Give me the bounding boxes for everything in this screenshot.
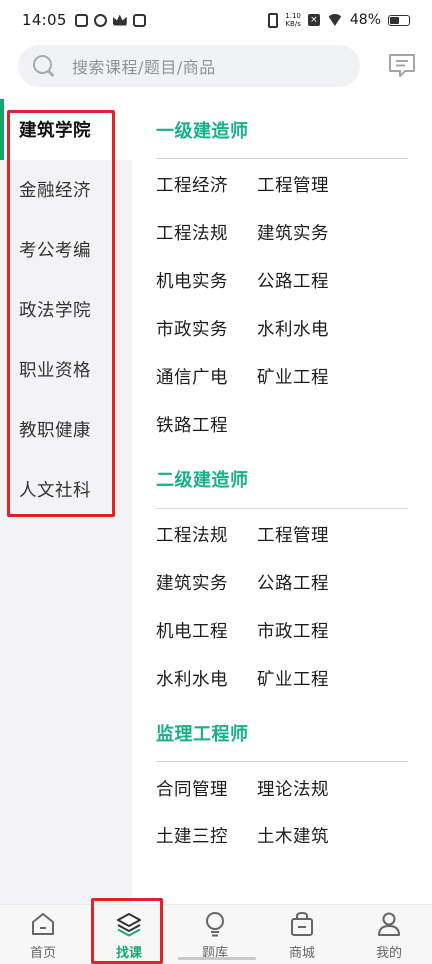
search-icon xyxy=(32,54,56,78)
app-notification-icon xyxy=(74,13,88,27)
calendar-icon xyxy=(132,13,146,27)
crown-icon xyxy=(112,14,127,26)
section-divider xyxy=(156,508,408,509)
section-divider xyxy=(156,158,408,159)
home-icon xyxy=(32,913,54,935)
section-divider xyxy=(156,761,408,762)
tab-me[interactable]: 我的 xyxy=(346,905,432,964)
network-speed-unit: KB/s xyxy=(285,20,301,28)
tab-shop[interactable]: 商城 xyxy=(259,905,345,964)
course-item[interactable]: 市政工程 xyxy=(257,618,329,643)
wifi-icon xyxy=(326,14,343,26)
course-item[interactable]: 水利水电 xyxy=(156,666,228,691)
home-indicator[interactable] xyxy=(178,957,256,960)
course-item[interactable]: 铁路工程 xyxy=(156,412,228,437)
course-item[interactable]: 土木建筑 xyxy=(257,823,329,848)
tab-home-label: 首页 xyxy=(29,946,56,961)
status-bar: 14:05 1.10 KB/s × 48% xyxy=(0,0,432,40)
status-time: 14:05 xyxy=(22,11,67,29)
status-right: 1.10 KB/s × 48% xyxy=(268,12,410,28)
highlight-box-find-course-tab xyxy=(91,898,163,964)
search-placeholder: 搜索课程/题目/商品 xyxy=(72,58,216,77)
shopping-bag-icon xyxy=(291,911,313,936)
course-item[interactable]: 工程经济 xyxy=(156,172,228,197)
section-title-second-class: 二级建造师 xyxy=(156,470,249,491)
vibrate-icon xyxy=(268,12,279,28)
course-item[interactable]: 矿业工程 xyxy=(257,666,329,691)
sim-x-icon: × xyxy=(307,14,320,26)
tab-question-bank[interactable]: 题库 xyxy=(172,905,258,964)
course-item[interactable]: 机电实务 xyxy=(156,268,228,293)
tab-shop-label: 商城 xyxy=(288,946,315,961)
battery-icon xyxy=(388,14,410,26)
course-item[interactable]: 市政实务 xyxy=(156,316,228,341)
course-item[interactable]: 工程管理 xyxy=(257,522,329,547)
battery-percent: 48% xyxy=(349,12,381,28)
network-speed: 1.10 KB/s xyxy=(285,12,301,28)
network-speed-value: 1.10 xyxy=(285,12,301,20)
sync-icon xyxy=(93,13,107,27)
course-item[interactable]: 合同管理 xyxy=(156,776,228,801)
highlight-box-categories xyxy=(7,110,115,517)
tab-me-label: 我的 xyxy=(375,946,402,961)
tab-home[interactable]: 首页 xyxy=(0,905,86,964)
bottom-tab-bar: 首页 找课 题库 商城 我的 xyxy=(0,904,432,964)
lightbulb-icon xyxy=(206,912,224,937)
section-title-first-class: 一级建造师 xyxy=(156,121,249,142)
course-item[interactable]: 工程法规 xyxy=(156,522,228,547)
course-item[interactable]: 工程法规 xyxy=(156,220,228,245)
course-item[interactable]: 矿业工程 xyxy=(257,364,329,389)
course-item[interactable]: 通信广电 xyxy=(156,364,228,389)
message-icon[interactable] xyxy=(387,52,417,80)
course-item[interactable]: 水利水电 xyxy=(257,316,329,341)
course-item[interactable]: 机电工程 xyxy=(156,618,228,643)
section-title-supervision: 监理工程师 xyxy=(156,724,249,745)
search-input[interactable]: 搜索课程/题目/商品 xyxy=(18,45,360,87)
course-item[interactable]: 工程管理 xyxy=(257,172,329,197)
course-item[interactable]: 建筑实务 xyxy=(257,220,329,245)
course-item[interactable]: 土建三控 xyxy=(156,823,228,848)
notification-icons xyxy=(74,13,146,27)
course-item[interactable]: 建筑实务 xyxy=(156,570,228,595)
course-item[interactable]: 理论法规 xyxy=(257,776,329,801)
course-item[interactable]: 公路工程 xyxy=(257,268,329,293)
course-item[interactable]: 公路工程 xyxy=(257,570,329,595)
user-icon xyxy=(378,912,400,936)
